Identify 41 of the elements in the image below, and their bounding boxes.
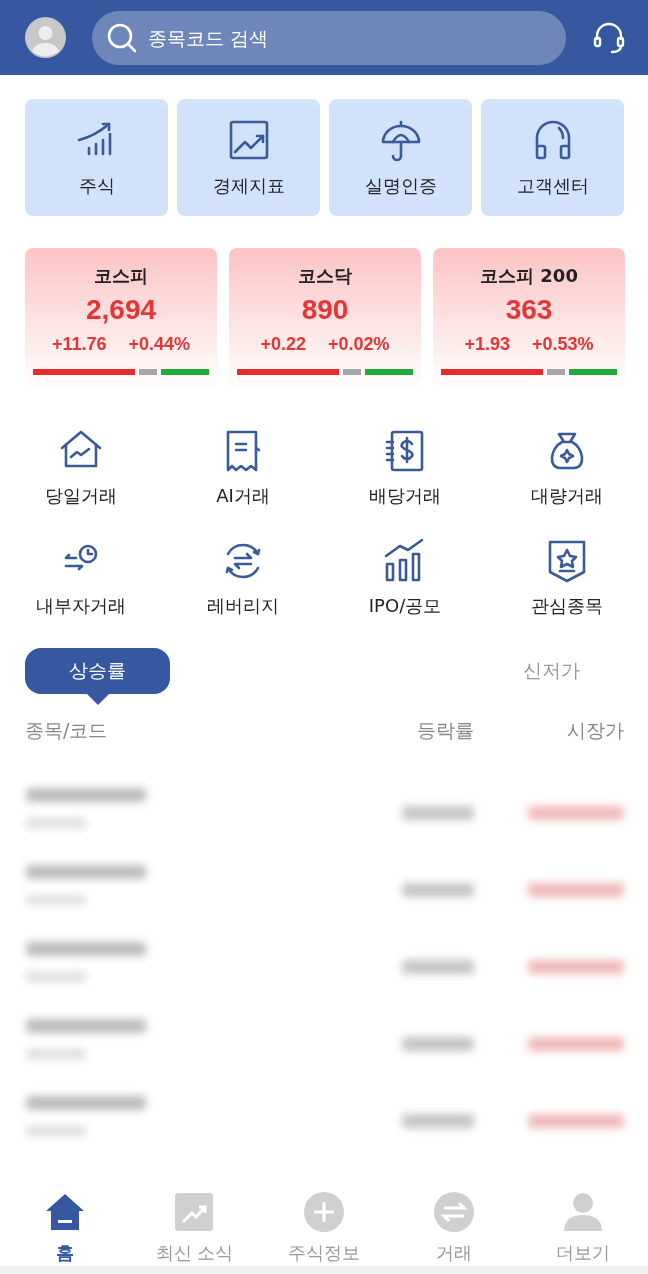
index-rate: +0.02%	[328, 334, 390, 355]
index-rate: +0.53%	[532, 334, 594, 355]
index-value: 363	[505, 294, 553, 326]
menu-label[interactable]: 관심종목	[531, 594, 603, 618]
shortcut-label: 주식	[78, 173, 115, 198]
index-change: +1.93	[464, 334, 510, 355]
index-name: 코스닥	[298, 264, 352, 288]
menu-label[interactable]: 내부자거래	[36, 594, 126, 618]
shortcut-card[interactable]: 주식	[25, 99, 168, 216]
trend-chart-icon	[173, 1191, 216, 1233]
plus-icon	[303, 1191, 345, 1233]
index-value: 890	[301, 294, 349, 326]
index-value: 2,694	[85, 294, 157, 326]
shortcut-label: 경제지표	[212, 173, 285, 198]
shortcut-label: 고객센터	[516, 173, 589, 198]
menu-label[interactable]: IPO/공모	[368, 594, 442, 618]
column-header: 종목/코드	[25, 718, 109, 743]
index-rate: +0.44%	[128, 334, 191, 355]
search-bar[interactable]: 종목코드 검색	[92, 10, 566, 65]
nav-tab[interactable]: 홈	[0, 1191, 130, 1266]
menu-label[interactable]: 대량거래	[531, 484, 603, 508]
avatar-icon[interactable]	[25, 17, 66, 58]
exchange-icon	[432, 1191, 475, 1233]
column-header: 등락률	[416, 718, 474, 743]
menu-label[interactable]: 레버리지	[207, 594, 279, 618]
shortcut-label: 실명인증	[364, 173, 437, 198]
search-icon	[106, 21, 138, 54]
menu-label[interactable]: 당일거래	[45, 484, 117, 508]
index-name: 코스피 200	[480, 264, 578, 288]
tab-pointer-icon	[86, 694, 109, 705]
menu-label[interactable]: 배당거래	[369, 484, 441, 508]
shortcut-card[interactable]: 실명인증	[329, 99, 472, 216]
index-change: +0.22	[260, 334, 306, 355]
shortcut-card[interactable]: 경제지표	[177, 99, 320, 216]
menu-label[interactable]: AI거래	[216, 484, 270, 508]
index-change: +11.76	[51, 334, 107, 355]
shortcut-card[interactable]: 고객센터	[481, 99, 624, 216]
profile-icon	[562, 1191, 605, 1233]
index-name: 코스피	[94, 264, 148, 288]
column-header: 시장가	[566, 718, 624, 743]
headset-icon[interactable]	[592, 20, 626, 55]
